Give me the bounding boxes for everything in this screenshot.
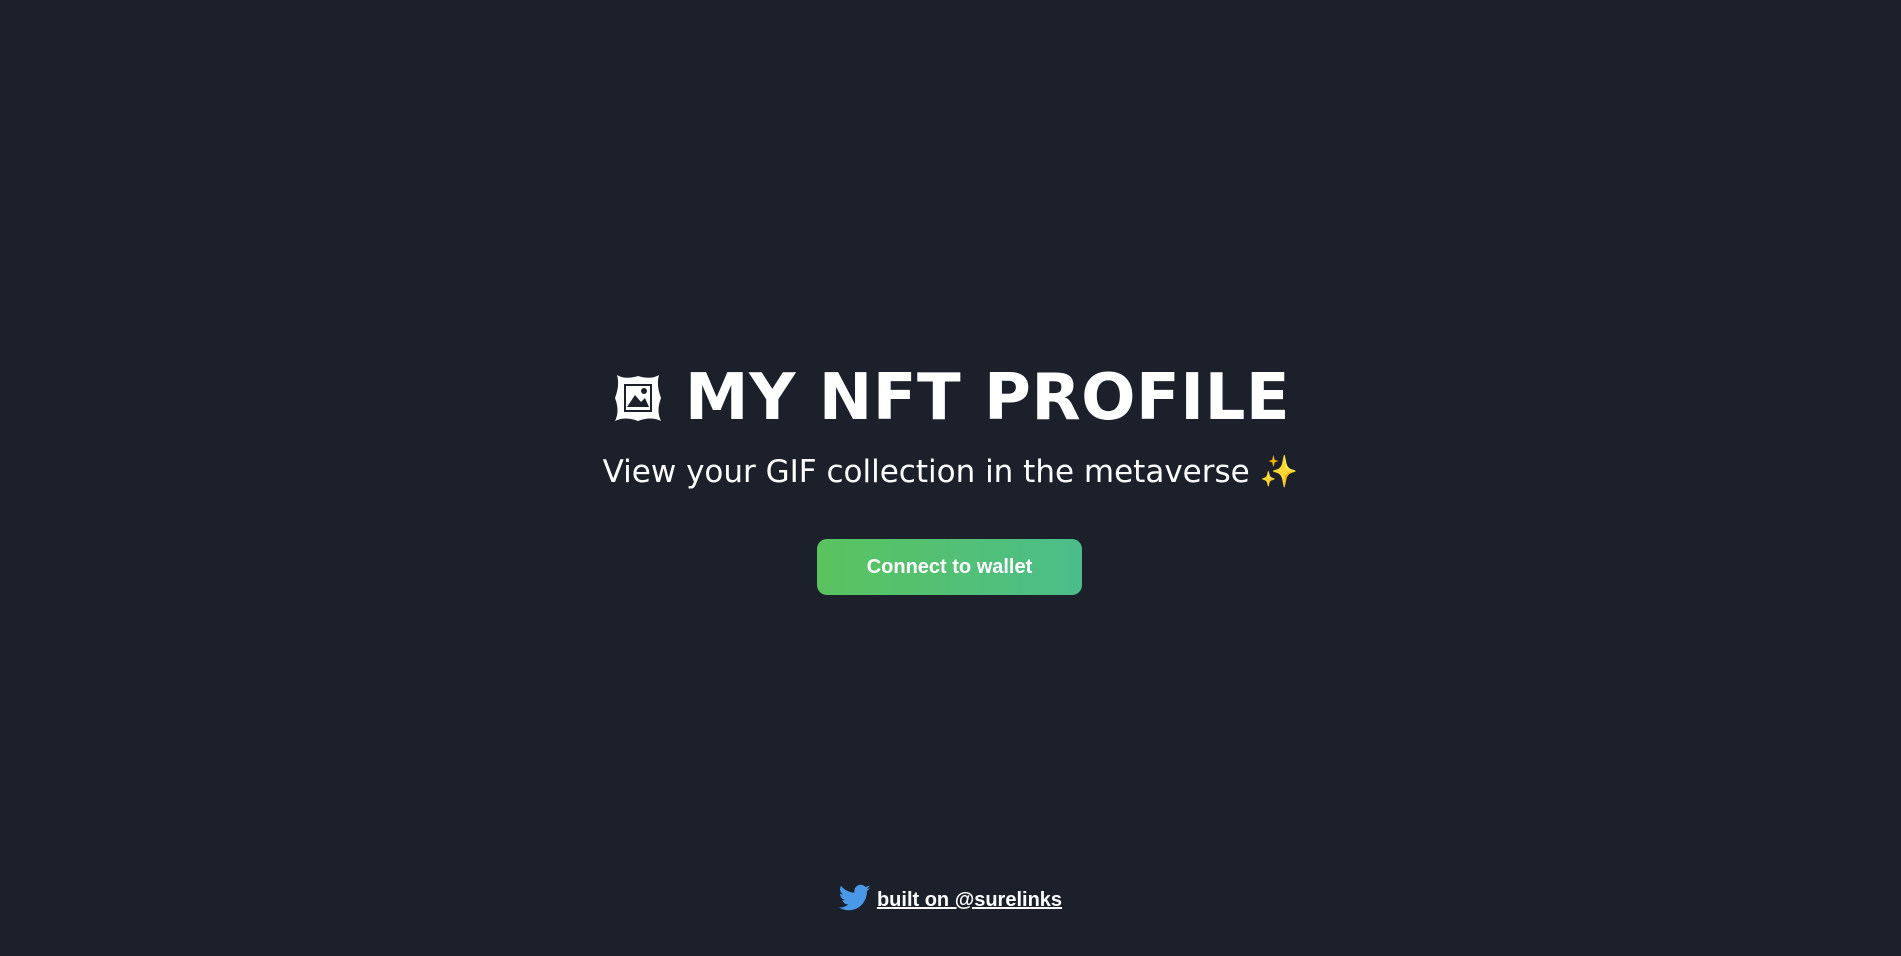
footer: built on @surelinks [0,884,1901,912]
page-title: MY NFT PROFILE [684,361,1291,435]
surelinks-link[interactable]: built on @surelinks [877,889,1062,911]
twitter-bird-icon [838,884,871,912]
connect-wallet-button[interactable]: Connect to wallet [817,539,1082,595]
header: MY NFT PROFILE View your GIF collection … [0,358,1901,494]
page-title-row: MY NFT PROFILE [0,358,1901,438]
sparkles-icon: ✨ [1259,454,1299,490]
subtitle: View your GIF collection in the metavers… [602,454,1250,490]
framed-picture-icon [611,364,665,421]
subtitle-row: View your GIF collection in the metavers… [0,450,1901,494]
app-root: MY NFT PROFILE View your GIF collection … [0,0,1901,956]
